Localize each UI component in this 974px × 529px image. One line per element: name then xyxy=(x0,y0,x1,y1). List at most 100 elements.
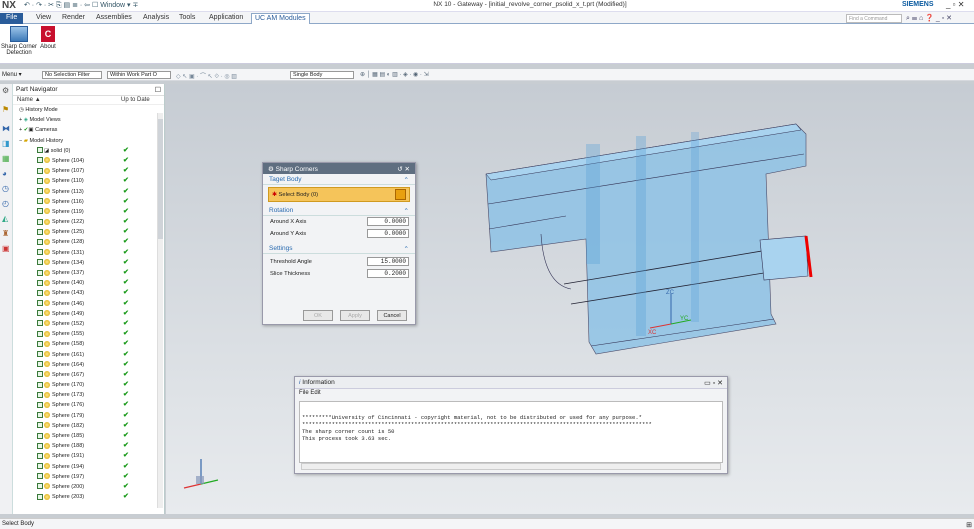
threshold-angle-input[interactable]: 15.0000 xyxy=(367,257,409,266)
visibility-checkbox[interactable] xyxy=(37,249,43,256)
body-rule-select[interactable]: Single Body xyxy=(290,71,354,79)
tree-item-sphere[interactable]: Sphere (152) ✔ xyxy=(19,319,164,329)
tree-item-history-mode[interactable]: ◷ History Mode xyxy=(19,105,164,115)
selection-scope-select[interactable]: Within Work Part O xyxy=(107,71,171,79)
collapse-icon[interactable]: ⌃ xyxy=(404,176,409,184)
visibility-checkbox[interactable] xyxy=(37,300,43,307)
reset-close-icons[interactable]: ↺ ✕ xyxy=(397,165,410,173)
visibility-checkbox[interactable] xyxy=(37,432,43,439)
visibility-checkbox[interactable] xyxy=(37,147,43,154)
tree-item-sphere[interactable]: Sphere (185) ✔ xyxy=(19,431,164,441)
collapse-icon[interactable]: ⌃ xyxy=(404,207,409,215)
selection-filter-select[interactable]: No Selection Filter xyxy=(42,71,102,79)
tree-item-sphere[interactable]: Sphere (128) ✔ xyxy=(19,237,164,247)
info-hscrollbar[interactable] xyxy=(301,463,721,470)
column-name[interactable]: Name xyxy=(17,97,33,103)
tree-item-sphere[interactable]: Sphere (137) ✔ xyxy=(19,268,164,278)
visibility-checkbox[interactable] xyxy=(37,157,43,164)
status-icon[interactable]: ⊞ xyxy=(966,521,972,529)
tree-item-sphere[interactable]: Sphere (104) ✔ xyxy=(19,156,164,166)
tree-item-sphere[interactable]: Sphere (173) ✔ xyxy=(19,390,164,400)
visibility-checkbox[interactable] xyxy=(37,279,43,286)
around-x-input[interactable]: 0.0000 xyxy=(367,217,409,226)
quick-access-toolbar[interactable]: ↶ · ↷ · ✂ ⎘ ▤ ≣ · ⇦ ☐ Window ▾ ∓ xyxy=(24,1,138,10)
visibility-checkbox[interactable] xyxy=(37,361,43,368)
section-settings[interactable]: Settings ⌃ xyxy=(263,243,415,254)
tree-item-sphere[interactable]: Sphere (113) ✔ xyxy=(19,187,164,197)
tree-item-sphere[interactable]: Sphere (140) ✔ xyxy=(19,278,164,288)
tree-item-sphere[interactable]: Sphere (197) ✔ xyxy=(19,472,164,482)
tree-item-sphere[interactable]: Sphere (116) ✔ xyxy=(19,197,164,207)
visibility-checkbox[interactable] xyxy=(37,238,43,245)
visibility-checkbox[interactable] xyxy=(37,218,43,225)
visibility-checkbox[interactable] xyxy=(37,493,43,500)
tree-item-sphere[interactable]: Sphere (179) ✔ xyxy=(19,411,164,421)
info-window-controls[interactable]: ▭ ▫ ✕ xyxy=(704,379,723,387)
part-body[interactable] xyxy=(485,123,813,355)
dialog-titlebar[interactable]: ⚙ Sharp Corners ↺ ✕ xyxy=(263,163,415,174)
tree-item-sphere[interactable]: Sphere (131) ✔ xyxy=(19,248,164,258)
tree-item-sphere[interactable]: Sphere (161) ✔ xyxy=(19,350,164,360)
apply-button[interactable]: Apply xyxy=(340,310,370,321)
scrollbar-thumb[interactable] xyxy=(158,119,163,239)
visibility-checkbox[interactable] xyxy=(37,310,43,317)
tree-item-sphere[interactable]: Sphere (134) ✔ xyxy=(19,258,164,268)
info-text-area[interactable]: *********University of Cincinnati - copy… xyxy=(299,401,723,463)
menu-button[interactable]: Menu ▾ xyxy=(2,71,22,78)
visibility-checkbox[interactable] xyxy=(37,330,43,337)
tree-item-sphere[interactable]: Sphere (203) ✔ xyxy=(19,492,164,502)
tree-item-sphere[interactable]: Sphere (158) ✔ xyxy=(19,339,164,349)
cancel-button[interactable]: Cancel xyxy=(377,310,407,321)
visibility-checkbox[interactable] xyxy=(37,401,43,408)
tree-item-sphere[interactable]: Sphere (170) ✔ xyxy=(19,380,164,390)
tree-item-sphere[interactable]: Sphere (143) ✔ xyxy=(19,288,164,298)
tree-item-sphere[interactable]: Sphere (164) ✔ xyxy=(19,360,164,370)
column-up-to-date[interactable]: Up to Date xyxy=(121,97,150,103)
assembly-navigator-icon[interactable]: ⚑ xyxy=(2,105,10,114)
visibility-checkbox[interactable] xyxy=(37,473,43,480)
maximize-icon[interactable]: ☐ xyxy=(155,86,161,94)
visibility-checkbox[interactable] xyxy=(37,177,43,184)
visibility-checkbox[interactable] xyxy=(37,442,43,449)
tab-analysis[interactable]: Analysis xyxy=(140,13,172,24)
tab-assemblies[interactable]: Assemblies xyxy=(93,13,135,24)
tree-item-cameras[interactable]: + ✔▣ Cameras xyxy=(19,125,164,135)
view-tool-icons[interactable]: ⊕ │ ▦ ▤ ◐ ▥ · ◈ · ◉ · ⇲ xyxy=(360,71,429,78)
around-y-input[interactable]: 0.0000 xyxy=(367,229,409,238)
about-button[interactable]: C About xyxy=(38,26,58,50)
tab-view[interactable]: View xyxy=(33,13,54,24)
visibility-checkbox[interactable] xyxy=(37,208,43,215)
tree-item-sphere[interactable]: Sphere (149) ✔ xyxy=(19,309,164,319)
web-browser-icon[interactable]: ◕ xyxy=(2,169,10,178)
navigator-scrollbar[interactable] xyxy=(157,113,163,508)
tree-item-solid[interactable]: ◪ solid (0) ✔ xyxy=(19,146,164,156)
visibility-checkbox[interactable] xyxy=(37,188,43,195)
part-navigator-icon[interactable]: ◨ xyxy=(2,139,10,148)
visibility-checkbox[interactable] xyxy=(37,340,43,347)
sort-up-icon[interactable]: ▲ xyxy=(35,97,41,103)
tree-item-sphere[interactable]: Sphere (107) ✔ xyxy=(19,166,164,176)
tree-item-sphere[interactable]: Sphere (125) ✔ xyxy=(19,227,164,237)
tree-item-sphere[interactable]: Sphere (182) ✔ xyxy=(19,421,164,431)
help-icons[interactable]: ⌕ ☰ ⌂ ❓ _ ▫ ✕ xyxy=(906,14,952,23)
section-rotation[interactable]: Rotation ⌃ xyxy=(263,205,415,216)
visibility-checkbox[interactable] xyxy=(37,228,43,235)
info-file-menu[interactable]: File xyxy=(299,390,309,396)
info-titlebar[interactable]: i Information ▭ ▫ ✕ xyxy=(295,377,727,389)
roles-icon[interactable]: ♜ xyxy=(2,229,10,238)
tab-application[interactable]: Application xyxy=(206,13,246,24)
gear-icon[interactable]: ⚙ xyxy=(2,86,10,95)
visibility-checkbox[interactable] xyxy=(37,167,43,174)
visibility-checkbox[interactable] xyxy=(37,412,43,419)
cube-select-icon[interactable] xyxy=(395,189,406,200)
tree-item-sphere[interactable]: Sphere (122) ✔ xyxy=(19,217,164,227)
select-body-field[interactable]: ✱ Select Body (0) xyxy=(268,187,410,202)
visibility-checkbox[interactable] xyxy=(37,259,43,266)
visibility-checkbox[interactable] xyxy=(37,422,43,429)
visibility-checkbox[interactable] xyxy=(37,320,43,327)
window-controls[interactable]: _ ▫ ✕ xyxy=(946,0,964,9)
visibility-checkbox[interactable] xyxy=(37,391,43,398)
section-target-body[interactable]: Taget Body ⌃ xyxy=(263,174,415,185)
slice-thickness-input[interactable]: 0.2000 xyxy=(367,269,409,278)
file-menu[interactable]: File xyxy=(0,13,24,24)
